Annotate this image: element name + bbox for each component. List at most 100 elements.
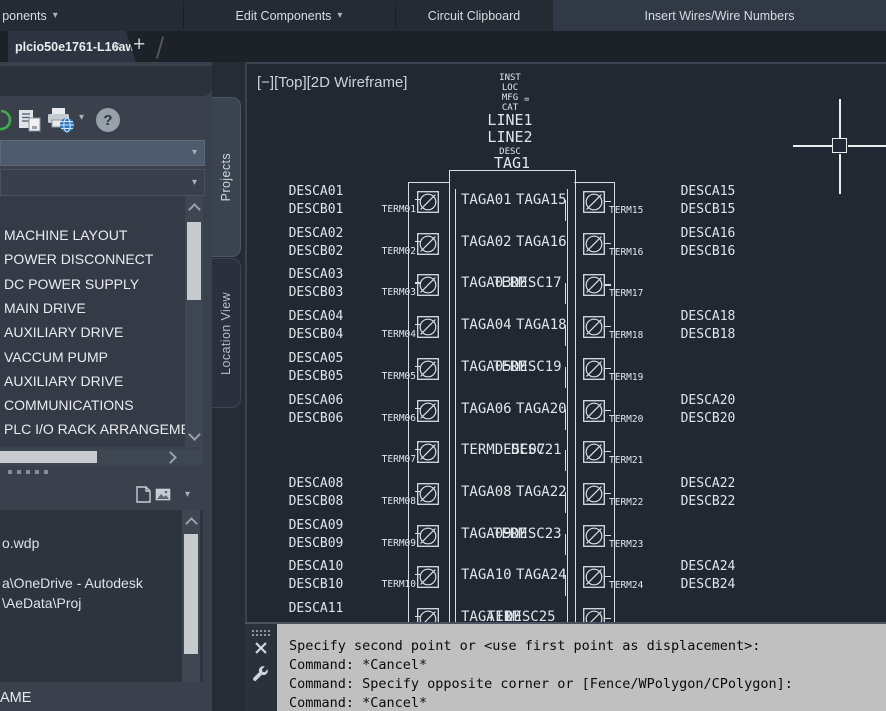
chevron-down-icon: ▾ <box>192 148 197 158</box>
detail-line: \AeData\Proj <box>2 595 81 611</box>
crosshair-cursor <box>839 154 841 194</box>
list-item[interactable]: AUXILIARY DRIVE <box>4 373 123 389</box>
autocad-electrical-window: ponents ▾ Edit Components ▾ Circuit Clip… <box>0 0 886 711</box>
plc-desc-right-a: DESCA22 <box>681 477 736 491</box>
drawing-list-combo[interactable]: ▾ <box>0 169 205 196</box>
list-item[interactable]: MACHINE LAYOUT <box>4 227 127 243</box>
chevron-down-icon: ▾ <box>192 178 197 188</box>
plc-term-label-right: TERM21 <box>609 456 643 466</box>
list-item[interactable]: COMMUNICATIONS <box>4 397 134 413</box>
plc-tag-text: TAGA22 <box>516 485 567 500</box>
hscroll-thumb[interactable] <box>0 451 97 463</box>
plc-desc-left-a: DESCA01 <box>289 185 344 199</box>
command-line-panel[interactable]: Specify second point or <use first point… <box>245 622 886 711</box>
terminal-symbol <box>417 608 439 622</box>
plc-desc-left-a: DESCA03 <box>289 268 344 282</box>
terminal-symbol <box>583 483 605 505</box>
terminal-symbol <box>417 441 439 463</box>
ribbon-panel-label: ponents <box>2 9 46 23</box>
details-dropdown-caret[interactable]: ▾ <box>185 490 190 500</box>
list-item[interactable]: PLC I/O RACK 1 / SLOT 1 A <box>4 446 180 447</box>
detail-line: o.wdp <box>2 535 39 551</box>
terminal-symbol <box>417 358 439 380</box>
tab-label: Location View <box>219 292 233 375</box>
plc-desc-left-a: DESCA05 <box>289 352 344 366</box>
preview-image-icon[interactable] <box>155 488 171 501</box>
plc-term-label-left: TERM06 <box>382 414 416 424</box>
plc-tag-text: TAGA04 <box>461 318 512 333</box>
ribbon-panel-label: Circuit Clipboard <box>428 9 520 23</box>
plc-term-label-right: TERM15 <box>609 206 643 216</box>
palette-tab-projects[interactable]: Projects <box>212 97 241 257</box>
print-dropdown-caret[interactable]: ▾ <box>79 113 84 123</box>
wrench-icon[interactable] <box>251 665 271 687</box>
panel-splitter-grip[interactable] <box>8 470 48 474</box>
plc-term-label-left: TERM10 <box>382 580 416 590</box>
ribbon-panel-label: Edit Components <box>236 9 332 23</box>
terminal-symbol <box>583 316 605 338</box>
terminal-symbol <box>417 316 439 338</box>
plc-term-label-left: TERM04 <box>382 330 416 340</box>
ribbon-panel-components[interactable]: ponents ▾ <box>0 0 60 31</box>
drag-grip-dots[interactable] <box>251 629 270 636</box>
file-tab-label: plcio50e1761-L16awa* <box>8 40 147 54</box>
details-doc-icon[interactable] <box>136 486 151 503</box>
plc-tag-text: TAGA24 <box>516 568 567 583</box>
plc-term-label-left: TERM02 <box>382 247 416 257</box>
help-icon[interactable]: ? <box>96 108 120 132</box>
refresh-icon[interactable] <box>0 109 12 131</box>
plc-desc-left-a: DESCA09 <box>289 519 344 533</box>
terminal-symbol <box>583 274 605 296</box>
plc-desc-left-a: DESCA02 <box>289 227 344 241</box>
list-item[interactable]: MAIN DRIVE <box>4 300 86 316</box>
plc-tag-text: TAGA02 <box>461 235 512 250</box>
plc-desc-right-b: DESCB15 <box>681 203 736 217</box>
plc-desc-right-a: DESCA15 <box>681 185 736 199</box>
plc-desc-left-b: DESCB06 <box>289 412 344 426</box>
project-combo[interactable]: ▾ <box>0 140 205 166</box>
terminal-symbol <box>417 191 439 213</box>
clipped-bottom-label: AME <box>0 690 31 706</box>
ribbon-panel-row: ponents ▾ Edit Components ▾ Circuit Clip… <box>0 0 886 32</box>
plc-desc-left-a: DESCA06 <box>289 394 344 408</box>
plc-desc-right-b: DESCB22 <box>681 495 736 509</box>
wire-stub <box>565 409 566 430</box>
list-item[interactable]: AUXILIARY DRIVE <box>4 324 123 340</box>
list-item[interactable]: PLC I/O RACK ARRANGEME <box>4 421 190 437</box>
plc-desc-left-b: DESCB01 <box>289 203 344 217</box>
ribbon-panel-edit-components[interactable]: Edit Components ▾ <box>183 0 395 31</box>
list-item[interactable]: POWER DISCONNECT <box>4 251 153 267</box>
plc-tag-text: DESC17 <box>511 276 562 291</box>
terminal-symbol <box>583 233 605 255</box>
command-history[interactable]: Specify second point or <use first point… <box>289 637 793 711</box>
plc-desc-left-b: DESCB05 <box>289 370 344 384</box>
report-icon[interactable] <box>18 109 42 132</box>
plc-desc-left-b: DESCB09 <box>289 537 344 551</box>
plc-term-label-left: TERM05 <box>382 372 416 382</box>
plc-term-label-right: TERM22 <box>609 498 643 508</box>
drawing-canvas[interactable]: [−][Top][2D Wireframe] INST LOC MFG = CA… <box>245 62 886 622</box>
terminal-symbol <box>417 233 439 255</box>
list-item[interactable]: DC POWER SUPPLY <box>4 276 139 292</box>
close-icon[interactable]: × <box>113 38 121 53</box>
plc-desc-left-a: DESCA08 <box>289 477 344 491</box>
plc-tag-text: DESC21 <box>511 443 562 458</box>
palette-tab-location-view[interactable]: Location View <box>212 258 241 408</box>
terminal-symbol <box>583 358 605 380</box>
scroll-thumb[interactable] <box>184 534 198 654</box>
drawing-list: MACHINE LAYOUT POWER DISCONNECT DC POWER S… <box>0 196 203 447</box>
terminal-symbol <box>583 191 605 213</box>
crosshair-pickbox <box>832 138 847 153</box>
plc-tag-text: DESC23 <box>511 527 562 542</box>
wire-stub <box>565 575 566 596</box>
terminal-symbol <box>583 566 605 588</box>
wire-stub <box>565 367 566 388</box>
wire-stub <box>565 450 566 471</box>
new-tab-button[interactable]: + <box>133 33 145 57</box>
plc-term-label-right: TERM16 <box>609 248 643 258</box>
print-web-icon[interactable] <box>46 107 76 134</box>
command-panel-grip-strip[interactable] <box>245 624 277 711</box>
list-item[interactable]: VACCUM PUMP <box>4 349 108 365</box>
scroll-thumb[interactable] <box>187 222 201 300</box>
close-icon[interactable] <box>254 641 268 655</box>
